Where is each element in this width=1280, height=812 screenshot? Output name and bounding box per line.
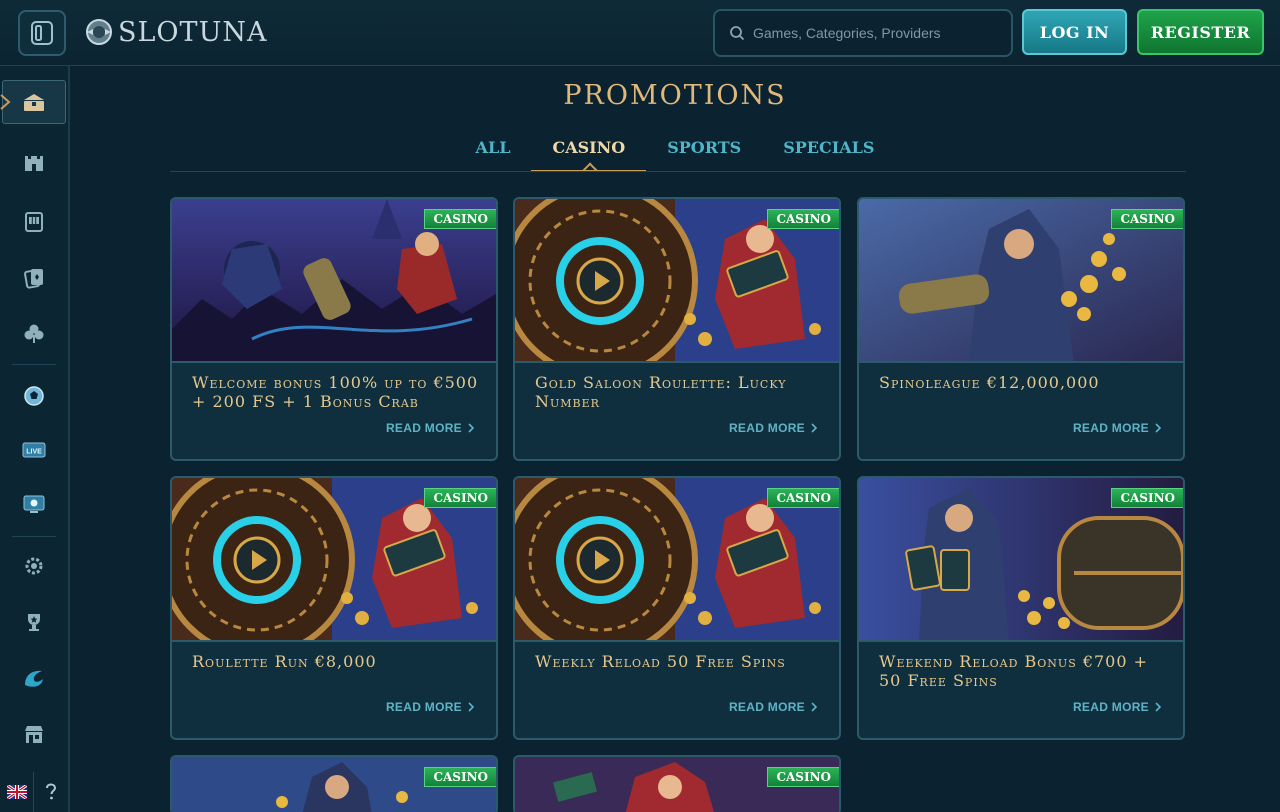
promo-card[interactable]: CASINO Spinoleague €12,000,000 READ MORE — [857, 197, 1185, 461]
promo-card[interactable]: CASINO Welcome bonus 100% up to €500 + 2… — [170, 197, 498, 461]
sidebar-toggle-icon — [31, 21, 53, 45]
sidebar-item-sports[interactable] — [0, 374, 68, 418]
sidebar-item-castle[interactable] — [0, 140, 68, 184]
tab-casino[interactable]: CASINO — [531, 136, 646, 172]
search-box[interactable] — [713, 9, 1013, 57]
category-badge: CASINO — [1111, 488, 1183, 508]
logo-emblem-icon — [86, 19, 112, 45]
live-icon: LIVE — [22, 442, 46, 458]
help-button[interactable] — [34, 772, 68, 812]
sidebar: LIVE — [0, 66, 70, 812]
promo-title: Weekend Reload Bonus €700 + 50 Free Spin… — [879, 652, 1149, 690]
esports-icon — [23, 495, 45, 513]
promo-image: CASINO — [515, 199, 839, 363]
wave-icon — [25, 670, 43, 687]
category-badge: CASINO — [767, 209, 839, 229]
read-more-label: READ MORE — [728, 700, 805, 714]
tab-all[interactable]: ALL — [455, 136, 532, 172]
active-marker-icon — [0, 94, 11, 110]
slot-machine-icon — [25, 212, 43, 232]
promo-image: CASINO — [515, 757, 839, 812]
settings-gear-icon — [25, 557, 43, 575]
chevron-right-icon — [1155, 423, 1161, 433]
promo-title: Welcome bonus 100% up to €500 + 200 FS +… — [192, 373, 479, 411]
category-badge: CASINO — [424, 767, 496, 787]
sidebar-item-cards[interactable] — [0, 256, 68, 300]
read-more-label: READ MORE — [385, 421, 462, 435]
promo-title: Weekly Reload 50 Free Spins — [535, 652, 786, 671]
category-badge: CASINO — [767, 488, 839, 508]
read-more-label: READ MORE — [1072, 700, 1149, 714]
promo-card[interactable]: CASINO Roulette Run €8,000 READ MORE — [170, 476, 498, 740]
promo-title: Roulette Run €8,000 — [192, 652, 377, 671]
promo-card[interactable]: CASINO Weekly Reload 50 Free Spins READ … — [513, 476, 841, 740]
promo-card[interactable]: CASINO — [513, 755, 841, 812]
read-more-label: READ MORE — [728, 421, 805, 435]
promo-title: Gold Saloon Roulette: Lucky Number — [535, 373, 787, 411]
promo-card[interactable]: CASINO Gold Saloon Roulette: Lucky Numbe… — [513, 197, 841, 461]
read-more-label: READ MORE — [385, 700, 462, 714]
sidebar-toggle-button[interactable] — [18, 10, 66, 56]
category-badge: CASINO — [424, 488, 496, 508]
sidebar-item-live[interactable]: LIVE — [0, 428, 68, 472]
category-badge: CASINO — [767, 767, 839, 787]
promo-image: CASINO — [859, 199, 1183, 363]
tabs-divider — [170, 171, 1186, 172]
sidebar-item-settings[interactable] — [0, 544, 68, 588]
category-badge: CASINO — [1111, 209, 1183, 229]
register-button[interactable]: REGISTER — [1137, 9, 1264, 55]
read-more-link[interactable]: READ MORE — [1073, 700, 1161, 714]
promo-card[interactable]: CASINO — [170, 755, 498, 812]
read-more-link[interactable]: READ MORE — [1073, 421, 1161, 435]
read-more-link[interactable]: READ MORE — [729, 421, 817, 435]
page-title: PROMOTIONS — [563, 80, 787, 111]
sidebar-item-wave[interactable] — [0, 656, 68, 700]
language-selector[interactable] — [0, 772, 34, 812]
promo-image: CASINO — [172, 199, 496, 363]
sidebar-item-shop[interactable] — [0, 712, 68, 756]
sidebar-item-clover[interactable] — [0, 312, 68, 356]
promo-card[interactable]: CASINO Weekend Reload Bonus €700 + 50 Fr… — [857, 476, 1185, 740]
chevron-right-icon — [811, 423, 817, 433]
sidebar-item-esports[interactable] — [0, 482, 68, 526]
chevron-right-icon — [811, 702, 817, 712]
chevron-right-icon — [1155, 702, 1161, 712]
sidebar-divider — [12, 536, 56, 537]
read-more-link[interactable]: READ MORE — [729, 700, 817, 714]
sidebar-item-slots[interactable] — [0, 200, 68, 244]
promotion-tabs: ALL CASINO SPORTS SPECIALS — [70, 136, 1280, 172]
sidebar-divider — [12, 364, 56, 365]
svg-text:LIVE: LIVE — [26, 449, 42, 456]
sidebar-footer — [0, 772, 68, 812]
question-icon — [46, 783, 57, 800]
promo-image: CASINO — [172, 757, 496, 812]
promo-image: CASINO — [859, 478, 1183, 642]
logo-text: SLOTUNA — [118, 16, 268, 48]
soccer-ball-icon — [24, 386, 44, 406]
login-button[interactable]: LOG IN — [1022, 9, 1127, 55]
read-more-label: READ MORE — [1072, 421, 1149, 435]
category-badge: CASINO — [424, 209, 496, 229]
trophy-icon — [28, 614, 40, 631]
castle-icon — [25, 156, 43, 171]
chevron-right-icon — [468, 702, 474, 712]
read-more-link[interactable]: READ MORE — [386, 700, 474, 714]
top-header: SLOTUNA LOG IN REGISTER — [0, 0, 1280, 66]
uk-flag-icon — [6, 785, 27, 799]
cards-icon — [24, 269, 43, 289]
shop-icon — [25, 726, 43, 743]
sidebar-item-tournaments[interactable] — [0, 600, 68, 644]
chevron-right-icon — [468, 423, 474, 433]
search-icon — [730, 26, 745, 41]
promo-title: Spinoleague €12,000,000 — [879, 373, 1100, 392]
tab-sports[interactable]: SPORTS — [646, 136, 762, 172]
logo[interactable]: SLOTUNA — [84, 14, 267, 50]
promotions-chest-icon — [24, 94, 44, 111]
clover-icon — [24, 324, 44, 343]
read-more-link[interactable]: READ MORE — [386, 421, 474, 435]
search-input[interactable] — [753, 25, 993, 41]
promo-image: CASINO — [515, 478, 839, 642]
tab-specials[interactable]: SPECIALS — [762, 136, 895, 172]
promo-image: CASINO — [172, 478, 496, 642]
